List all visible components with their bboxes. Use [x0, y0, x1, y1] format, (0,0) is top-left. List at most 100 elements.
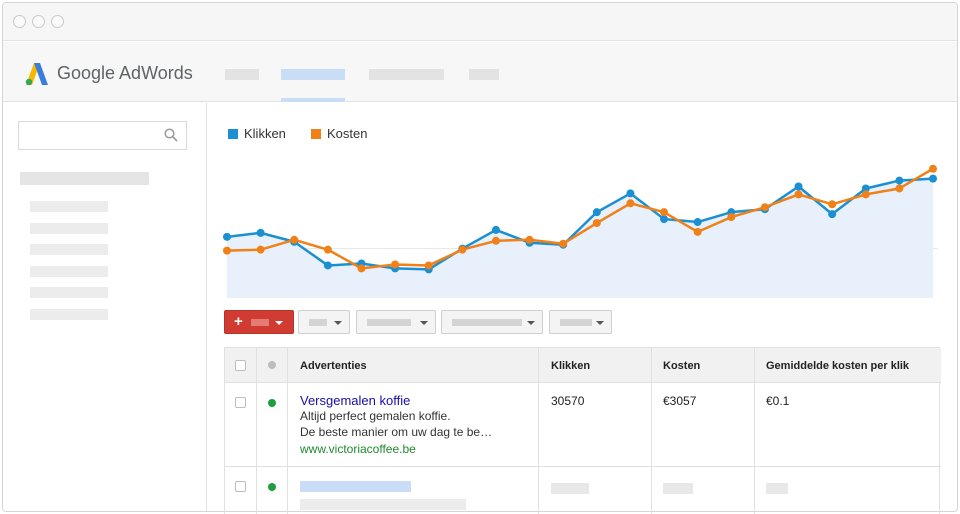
data-point-clicks [794, 182, 803, 191]
toolbar-dropdown-4[interactable] [549, 310, 612, 334]
data-point-cost [290, 235, 299, 244]
data-point-cost [491, 236, 500, 245]
data-point-cost [559, 239, 568, 248]
nav-tab-1[interactable] [225, 69, 259, 80]
column-divider [287, 348, 288, 514]
ad-display-url: www.victoriacoffee.be [300, 442, 416, 456]
avg-cpc-cell: €0.1 [766, 394, 790, 408]
ads-table: Advertenties Klikken Kosten Gemiddelde k… [224, 347, 941, 514]
column-header-clicks[interactable]: Klikken [551, 348, 590, 383]
nav-tab-3[interactable] [369, 69, 444, 80]
clicks-cell: 30570 [551, 394, 585, 408]
toolbar-dropdown-2[interactable] [356, 310, 436, 334]
ad-title-placeholder[interactable] [300, 481, 411, 492]
data-point-cost [693, 227, 702, 236]
avg-cpc-placeholder [766, 483, 788, 494]
data-point-cost [223, 246, 231, 255]
legend-label-cost: Kosten [327, 126, 368, 141]
data-point-cost [828, 200, 837, 209]
toolbar-dropdown-3[interactable] [441, 310, 543, 334]
window-close-dot[interactable] [13, 15, 26, 28]
data-point-cost [794, 190, 803, 199]
add-button[interactable]: + [224, 310, 294, 334]
row-checkbox[interactable] [235, 397, 246, 408]
chevron-down-icon [334, 321, 342, 325]
sidebar-heading-placeholder [20, 172, 149, 185]
data-point-cost [727, 213, 736, 222]
sidebar-item-6[interactable] [30, 309, 108, 320]
column-header-cost[interactable]: Kosten [663, 348, 700, 383]
data-point-cost [424, 261, 433, 270]
data-point-clicks [693, 218, 702, 227]
column-header-ads[interactable]: Advertenties [300, 348, 367, 383]
data-point-cost [323, 245, 332, 254]
data-point-cost [861, 190, 870, 199]
data-point-clicks [895, 176, 904, 185]
ad-title-link[interactable]: Versgemalen koffie [300, 393, 410, 408]
legend-item-cost[interactable]: Kosten [311, 126, 367, 141]
sidebar-item-5[interactable] [30, 287, 108, 298]
performance-line-chart [222, 164, 938, 298]
sidebar-item-4[interactable] [30, 266, 108, 277]
chart-area-fill [227, 178, 933, 298]
app-logo-text: Google AdWords [57, 63, 193, 83]
column-divider [651, 348, 652, 514]
sidebar-item-2[interactable] [30, 223, 108, 234]
chevron-down-icon [420, 321, 428, 325]
ad-text-placeholder [300, 499, 466, 510]
chevron-down-icon [275, 321, 283, 325]
legend-swatch-cost [311, 129, 321, 139]
dropdown-label-placeholder [367, 319, 411, 326]
sidebar-search-input[interactable] [18, 121, 187, 150]
plus-icon: + [234, 313, 243, 330]
data-point-clicks [929, 174, 937, 183]
clicks-placeholder [551, 483, 589, 494]
active-tab-indicator [281, 98, 345, 102]
data-point-cost [391, 260, 400, 269]
dropdown-label-placeholder [309, 319, 327, 326]
window-maximize-dot[interactable] [51, 15, 64, 28]
data-point-cost [458, 245, 467, 254]
data-point-cost [929, 164, 937, 173]
legend-swatch-clicks [228, 129, 238, 139]
app-header: Google AdWords [3, 42, 957, 102]
row-divider [225, 466, 941, 467]
data-point-cost [760, 203, 769, 212]
data-point-cost [895, 184, 904, 193]
data-point-cost [256, 245, 265, 254]
legend-item-clicks[interactable]: Klikken [228, 126, 286, 141]
nav-tab-2-active[interactable] [281, 69, 345, 80]
data-point-cost [660, 208, 669, 217]
chevron-down-icon [527, 321, 535, 325]
window-minimize-dot[interactable] [32, 15, 45, 28]
status-dot-enabled [268, 483, 276, 491]
search-icon[interactable] [164, 128, 178, 142]
sidebar-item-1[interactable] [30, 201, 108, 212]
data-point-cost [592, 219, 601, 228]
data-point-clicks [323, 261, 332, 270]
data-point-clicks [256, 228, 265, 237]
nav-tab-4[interactable] [469, 69, 499, 80]
data-point-clicks [223, 232, 231, 241]
data-point-clicks [491, 225, 500, 234]
toolbar-dropdown-1[interactable] [298, 310, 350, 334]
chevron-down-icon [596, 321, 604, 325]
cost-placeholder [663, 483, 693, 494]
column-header-avg-cpc[interactable]: Gemiddelde kosten per klik [766, 348, 909, 383]
adwords-logo-icon [25, 63, 48, 86]
dropdown-label-placeholder [560, 319, 592, 326]
dropdown-label-placeholder [452, 319, 522, 326]
cost-cell: €3057 [663, 394, 697, 408]
data-point-cost [525, 235, 534, 244]
sidebar [3, 103, 207, 511]
add-button-label-placeholder [251, 319, 269, 326]
column-divider [754, 348, 755, 514]
data-point-cost [626, 199, 635, 208]
data-point-cost [357, 264, 366, 273]
window-titlebar [3, 3, 957, 41]
column-divider [256, 348, 257, 514]
row-checkbox[interactable] [235, 481, 246, 492]
select-all-checkbox[interactable] [235, 360, 246, 371]
ad-description-line-1: Altijd perfect gemalen koffie. [300, 409, 451, 423]
sidebar-item-3[interactable] [30, 244, 108, 255]
